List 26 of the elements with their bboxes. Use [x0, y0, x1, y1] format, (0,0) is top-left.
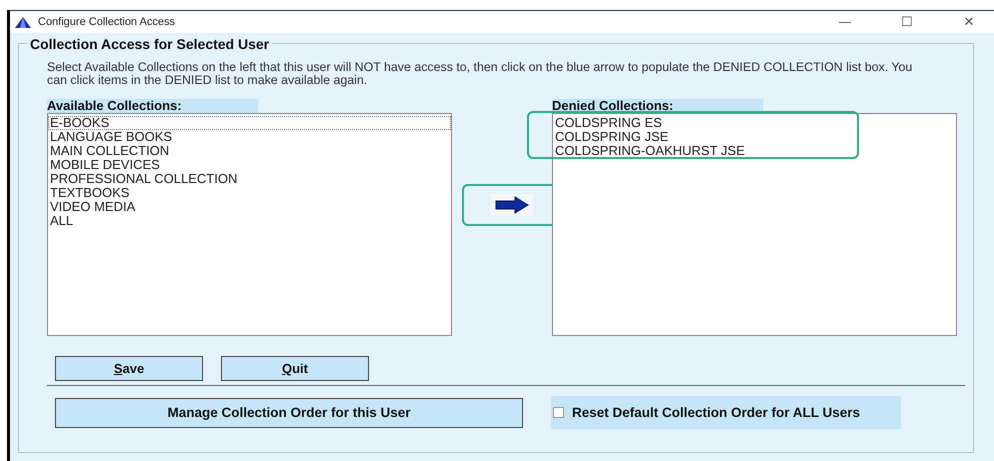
denied-list[interactable]: COLDSPRING ES COLDSPRING JSE COLDSPRING-OAKHURST JSE: [552, 113, 957, 336]
list-item[interactable]: E-BOOKS: [48, 116, 451, 130]
dialog-button[interactable]: Quit: [221, 356, 369, 381]
dialog-button[interactable]: Save: [55, 356, 203, 381]
instructions-text: Select Available Collections on the left that this user will NOT have access to, then click on the blue arrow to populate the DENIED COLLECTION list box. You can click items in the DENIED list to make available again.: [47, 61, 913, 87]
list-item[interactable]: ALL: [48, 214, 451, 228]
list-item[interactable]: TEXTBOOKS: [48, 186, 451, 200]
list-label: Available Collections:: [47, 99, 258, 113]
manage-order-button[interactable]: Manage Collection Order for this User: [55, 398, 523, 428]
app-logo-icon: [15, 16, 31, 28]
list-item[interactable]: COLDSPRING ES: [553, 116, 956, 130]
available-list[interactable]: E-BOOKS LANGUAGE BOOKS MAIN COLLECTION MOBILE DEVICES PROFESSIONAL COLLECTION TEXTBOOKS VIDEO MEDIA ALL: [47, 113, 452, 336]
list-item[interactable]: LANGUAGE BOOKS: [48, 130, 451, 144]
list-item[interactable]: MOBILE DEVICES: [48, 158, 451, 172]
close-button[interactable]: ✕: [944, 14, 994, 30]
list-item[interactable]: MAIN COLLECTION: [48, 144, 451, 158]
list-item[interactable]: VIDEO MEDIA: [48, 200, 451, 214]
checkbox[interactable]: [553, 407, 564, 418]
group-title: Collection Access for Selected User: [27, 36, 272, 52]
maximize-button[interactable]: ☐: [882, 14, 932, 30]
list-item[interactable]: COLDSPRING-OAKHURST JSE: [553, 144, 956, 158]
window-title: Configure Collection Access: [38, 16, 175, 28]
checkbox-label: Reset Default Collection Order for ALL Users: [572, 406, 862, 419]
minimize-button[interactable]: —: [820, 14, 870, 30]
list-item[interactable]: PROFESSIONAL COLLECTION: [48, 172, 451, 186]
list-item[interactable]: COLDSPRING JSE: [553, 130, 956, 144]
